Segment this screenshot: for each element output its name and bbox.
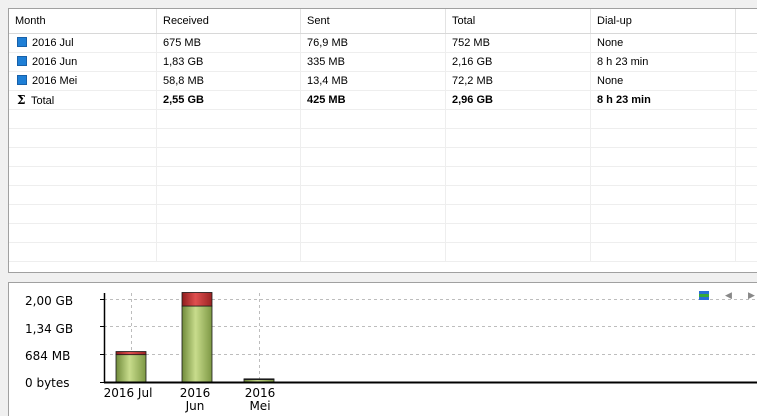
dialup-cell: 8 h 23 min <box>591 53 736 71</box>
filler-cell <box>736 72 757 90</box>
received-cell: 675 MB <box>157 34 301 52</box>
table-row[interactable]: 2016 Jul 675 MB 76,9 MB 752 MB None <box>9 34 757 53</box>
empty-row <box>9 186 757 205</box>
filler-cell <box>736 91 757 109</box>
column-header-filler <box>736 9 757 33</box>
x-tick-label-text: 2016 Mei <box>244 386 276 413</box>
scroll-left-icon[interactable]: ◀ <box>725 290 732 301</box>
month-label: 2016 Jul <box>32 37 74 49</box>
total-sent-cell: 425 MB <box>301 91 446 109</box>
total-received-cell: 2,55 GB <box>157 91 301 109</box>
bar <box>181 292 213 307</box>
total-label: Total <box>31 95 55 107</box>
column-header-received[interactable]: Received <box>157 9 301 33</box>
x-tick-label-text: 2016 Jun <box>179 386 211 413</box>
column-header-sent[interactable]: Sent <box>301 9 446 33</box>
dialup-cell: None <box>591 72 736 90</box>
bar <box>243 378 275 381</box>
table-row[interactable]: 2016 Jun 1,83 GB 335 MB 2,16 GB 8 h 23 m… <box>9 53 757 72</box>
empty-row <box>9 148 757 167</box>
empty-row <box>9 224 757 243</box>
sent-cell: 13,4 MB <box>301 72 446 90</box>
legend-icon[interactable] <box>699 291 709 301</box>
month-square-icon <box>17 56 27 66</box>
filler-cell <box>736 53 757 71</box>
y-tick-label: 2,00 GB <box>25 294 74 308</box>
column-header-dialup[interactable]: Dial-up <box>591 9 736 33</box>
column-header-total[interactable]: Total <box>446 9 591 33</box>
bar <box>181 305 213 383</box>
received-cell: 58,8 MB <box>157 72 301 90</box>
dialup-cell: None <box>591 34 736 52</box>
total-label-cell: Σ Total <box>9 91 157 109</box>
bar <box>115 354 147 383</box>
scroll-right-icon[interactable]: ▶ <box>748 290 755 301</box>
empty-row <box>9 129 757 148</box>
total-total-cell: 2,96 GB <box>446 91 591 109</box>
empty-row <box>9 167 757 186</box>
month-square-icon <box>17 37 27 47</box>
total-dialup-cell: 8 h 23 min <box>591 91 736 109</box>
traffic-chart: 2,00 GB 1,34 GB 684 MB 0 bytes 2016 Jul … <box>8 282 757 416</box>
month-cell: 2016 Mei <box>9 72 157 90</box>
x-tick-label: 2016 Jun <box>166 387 224 413</box>
month-label: 2016 Mei <box>32 75 78 87</box>
month-square-icon <box>17 75 27 85</box>
month-cell: 2016 Jul <box>9 34 157 52</box>
x-tick-label: 2016 Mei <box>231 387 289 413</box>
empty-row <box>9 110 757 129</box>
y-tick-label: 684 MB <box>25 349 71 363</box>
x-tick-label: 2016 Jul <box>103 386 153 400</box>
total-cell: 72,2 MB <box>446 72 591 90</box>
column-header-month[interactable]: Month <box>9 9 157 33</box>
sent-cell: 335 MB <box>301 53 446 71</box>
y-tick-label: 1,34 GB <box>25 322 74 336</box>
month-label: 2016 Jun <box>32 56 78 68</box>
total-cell: 2,16 GB <box>446 53 591 71</box>
traffic-table: Month Received Sent Total Dial-up 2016 J… <box>8 8 757 273</box>
bar <box>115 351 147 356</box>
sigma-icon: Σ <box>17 93 26 107</box>
total-row[interactable]: Σ Total 2,55 GB 425 MB 2,96 GB 8 h 23 min <box>9 91 757 110</box>
filler-cell <box>736 34 757 52</box>
total-cell: 752 MB <box>446 34 591 52</box>
received-cell: 1,83 GB <box>157 53 301 71</box>
table-row[interactable]: 2016 Mei 58,8 MB 13,4 MB 72,2 MB None <box>9 72 757 91</box>
month-cell: 2016 Jun <box>9 53 157 71</box>
y-tick-label: 0 bytes <box>25 376 70 390</box>
empty-row <box>9 243 757 262</box>
sent-cell: 76,9 MB <box>301 34 446 52</box>
table-header: Month Received Sent Total Dial-up <box>9 9 757 34</box>
empty-row <box>9 205 757 224</box>
